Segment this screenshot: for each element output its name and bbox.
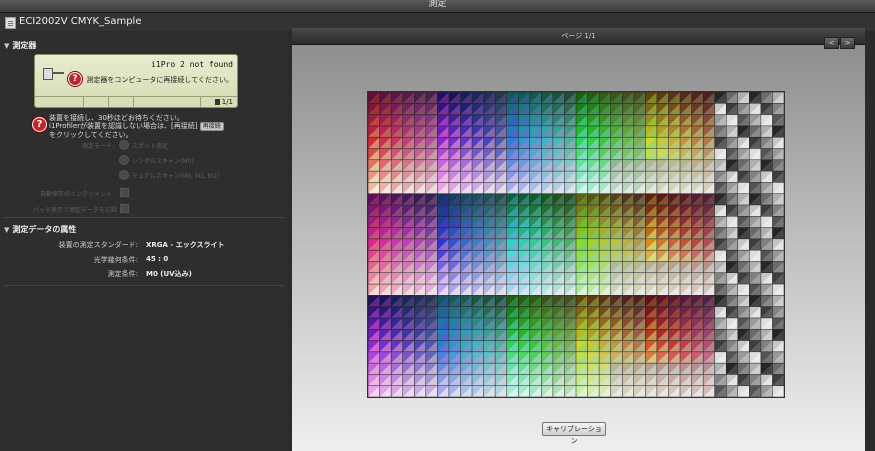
usb-plug-icon bbox=[43, 66, 65, 80]
question-icon: ? bbox=[68, 72, 82, 86]
reconnect-button[interactable]: 再接続 bbox=[199, 122, 224, 131]
left-panel: ▼ 測定器 ? i1Pro 2 not found 測定器をコンピュータに再接続し… bbox=[0, 33, 288, 451]
radio-single-scan[interactable] bbox=[119, 155, 129, 165]
section-divider-2 bbox=[4, 285, 284, 286]
test-chart-svg bbox=[367, 91, 785, 398]
radio-spot[interactable] bbox=[119, 140, 129, 150]
attr-geometry-label: 光学幾何条件: bbox=[93, 256, 138, 264]
attr-condition-value: M0 (UV込み) bbox=[146, 270, 192, 278]
chart-preview-panel: ページ 1/1 < > キャリブレーション bbox=[292, 28, 865, 451]
device-name: i1Pro 2 not found bbox=[151, 60, 233, 69]
record-patch-label: パッチ表示で測定データを記録 bbox=[33, 207, 118, 214]
option-spot-label: スポット測定 bbox=[132, 143, 169, 150]
auto-increment-checkbox[interactable] bbox=[120, 188, 129, 197]
attr-geometry-value: 45 : 0 bbox=[146, 255, 169, 263]
warning-line-3: をクリックしてください。 bbox=[49, 131, 133, 139]
collapse-triangle-icon: ▼ bbox=[4, 42, 10, 50]
attr-condition-label: 測定条件: bbox=[107, 270, 138, 278]
window-titlebar: 測定 bbox=[0, 0, 875, 13]
auto-increment-label: 自動保存のインクリメント bbox=[40, 191, 113, 198]
next-page-button[interactable]: > bbox=[840, 37, 855, 49]
page-indicator: ページ 1/1 bbox=[561, 32, 596, 40]
window-title: 測定 bbox=[428, 0, 447, 9]
device-page-indicator: 1/1 bbox=[214, 97, 233, 107]
warning-line-1: 装置を接続し、30秒ほどお待ちください。 bbox=[49, 114, 184, 122]
collapse-triangle-icon: ▼ bbox=[4, 226, 10, 234]
test-chart bbox=[367, 91, 785, 398]
radio-dual-scan[interactable] bbox=[119, 170, 129, 180]
prev-page-button[interactable]: < bbox=[824, 37, 839, 49]
warning-question-icon: ? bbox=[32, 117, 47, 132]
option-dual-scan-label: デュアルスキャン(M0, M1, M2) bbox=[132, 173, 220, 180]
attributes-section-header[interactable]: ▼ 測定データの属性 bbox=[4, 224, 76, 235]
device-status-panel: ? i1Pro 2 not found 測定器をコンピュータに再接続してください… bbox=[34, 54, 238, 108]
device-status-bar: 1/1 bbox=[35, 96, 237, 107]
attr-standard-value: XRGA - エックスライト bbox=[146, 241, 225, 249]
warning-line-2: i1Profilerが装置を認識しない場合は、[再接続] 再接続 bbox=[49, 122, 279, 131]
option-single-scan-label: シングルスキャン(M0) bbox=[132, 158, 194, 165]
record-patch-checkbox[interactable] bbox=[120, 204, 129, 213]
device-message: 測定器をコンピュータに再接続してください。 bbox=[86, 76, 233, 84]
measurement-mode-label: 測定モード: bbox=[82, 143, 115, 150]
instrument-section-header[interactable]: ▼ 測定器 bbox=[4, 40, 36, 51]
document-icon bbox=[5, 17, 16, 29]
section-divider bbox=[4, 217, 284, 218]
page-icon bbox=[214, 99, 220, 105]
attr-standard-label: 装置の測定スタンダード: bbox=[58, 241, 138, 249]
document-title: ECI2002V CMYK_Sample bbox=[19, 16, 142, 27]
calibration-button[interactable]: キャリブレーション bbox=[542, 422, 606, 445]
page-nav: < > bbox=[823, 30, 855, 49]
preview-header: ページ 1/1 < > bbox=[292, 28, 865, 49]
